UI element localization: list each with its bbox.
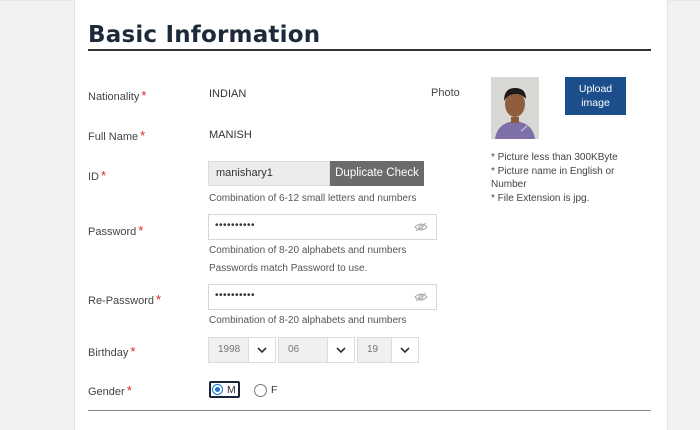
repassword-label: Re-Password *	[88, 292, 162, 307]
fullname-label: Full Name *	[88, 128, 146, 143]
id-label: ID *	[88, 168, 107, 183]
required-mark: *	[101, 168, 107, 183]
gender-f-label: F	[271, 384, 278, 396]
password-label: Password *	[88, 223, 144, 238]
birthday-day-select[interactable]: 19	[357, 337, 419, 363]
bottom-divider	[88, 410, 651, 411]
repassword-value: ••••••••••	[215, 290, 256, 301]
birthday-month-value: 06	[288, 344, 300, 355]
chevron-down-icon[interactable]	[391, 338, 418, 362]
required-mark: *	[126, 383, 132, 398]
eye-off-icon[interactable]	[414, 292, 428, 302]
birthday-year-select[interactable]: 1998	[208, 337, 276, 363]
required-mark: *	[141, 88, 147, 103]
nationality-label: Nationality *	[88, 88, 147, 103]
birthday-day-value: 19	[367, 344, 379, 355]
profile-photo	[491, 77, 539, 139]
upload-image-label-2: image	[581, 97, 610, 109]
birthday-month-select[interactable]: 06	[278, 337, 355, 363]
fullname-value: MANISH	[209, 129, 252, 141]
section-title: Basic Information	[88, 22, 321, 48]
password-hint: Combination of 8-20 alphabets and number…	[209, 245, 407, 256]
photo-note: * Picture name in English or Number	[491, 165, 615, 191]
photo-note: * Picture less than 300KByte	[491, 152, 618, 163]
id-input[interactable]: manishary1	[208, 161, 330, 186]
id-hint: Combination of 6-12 small letters and nu…	[209, 193, 417, 204]
repassword-input[interactable]: ••••••••••	[208, 284, 437, 310]
birthday-year-value: 1998	[218, 344, 241, 355]
chevron-down-icon[interactable]	[327, 338, 354, 362]
gender-m-label: M	[227, 383, 236, 396]
upload-image-button[interactable]: Upload image	[565, 77, 626, 115]
radio-unchecked-icon[interactable]	[254, 383, 267, 397]
nationality-value: INDIAN	[209, 88, 247, 100]
required-mark: *	[140, 128, 146, 143]
photo-note: * File Extension is jpg.	[491, 192, 590, 204]
title-divider	[88, 49, 651, 51]
required-mark: *	[156, 292, 162, 307]
gender-label: Gender *	[88, 383, 132, 398]
required-mark: *	[138, 223, 144, 238]
radio-checked-icon[interactable]	[212, 384, 223, 395]
upload-image-label-1: Upload	[578, 83, 613, 95]
photo-requirements: * Picture less than 300KByte * Picture n…	[491, 151, 651, 205]
required-mark: *	[130, 344, 136, 359]
gender-radio-m[interactable]: M	[209, 381, 240, 398]
gender-radio-f[interactable]: F	[254, 381, 277, 399]
photo-label: Photo	[431, 87, 460, 99]
password-input[interactable]: ••••••••••	[208, 214, 437, 240]
birthday-label: Birthday *	[88, 344, 136, 359]
chevron-down-icon[interactable]	[248, 338, 275, 362]
eye-off-icon[interactable]	[414, 222, 428, 232]
password-match-hint: Passwords match Password to use.	[209, 263, 368, 274]
password-value: ••••••••••	[215, 220, 256, 231]
duplicate-check-button[interactable]: Duplicate Check	[330, 161, 424, 186]
repassword-hint: Combination of 8-20 alphabets and number…	[209, 315, 407, 326]
